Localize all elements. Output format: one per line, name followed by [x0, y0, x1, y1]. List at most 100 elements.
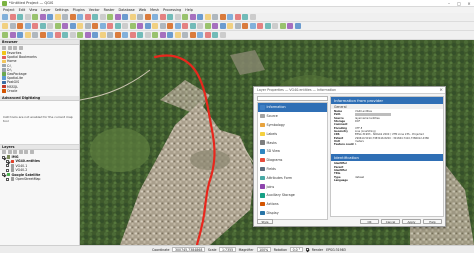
toolbar-button-icon[interactable]: [204, 23, 211, 29]
toolbar-button-icon[interactable]: [47, 32, 53, 38]
sidebar-item-fields[interactable]: Fields: [258, 165, 327, 174]
crs-button[interactable]: EPSG:31983: [326, 248, 346, 252]
menu-settings[interactable]: Settings: [55, 8, 69, 12]
layer-visibility-checkbox[interactable]: [6, 164, 9, 168]
sidebar-item-masks[interactable]: Masks: [258, 138, 327, 147]
style-button[interactable]: Style: [257, 219, 273, 224]
toolbar-button-icon[interactable]: [189, 14, 196, 20]
toolbar-button-icon[interactable]: [54, 23, 61, 29]
toolbar-button-icon[interactable]: [32, 32, 38, 38]
toolbar-button-icon[interactable]: [144, 14, 151, 20]
sidebar-item-labels[interactable]: Labels: [258, 129, 327, 138]
layer-visibility-checkbox[interactable]: [6, 159, 9, 163]
toolbar-button-icon[interactable]: [2, 14, 8, 20]
toolbar-button-icon[interactable]: [159, 32, 166, 38]
toolbar-button-icon[interactable]: [32, 23, 38, 29]
browser-item[interactable]: Oracle: [2, 89, 77, 93]
menu-help[interactable]: Help: [185, 8, 193, 12]
toolbar-button-icon[interactable]: [92, 23, 98, 29]
toolbar-button-icon[interactable]: [264, 23, 271, 29]
toolbar-button-icon[interactable]: [152, 14, 158, 20]
ok-button[interactable]: OK: [360, 219, 379, 224]
toolbar-button-icon[interactable]: [212, 23, 218, 29]
toolbar-button-icon[interactable]: [129, 23, 136, 29]
toolbar-button-icon[interactable]: [99, 32, 106, 38]
toolbar-button-icon[interactable]: [9, 14, 16, 20]
toolbar-button-icon[interactable]: [24, 32, 31, 38]
collapse-icon[interactable]: [13, 45, 17, 50]
remove-layer-icon[interactable]: [29, 150, 34, 155]
toolbar-button-icon[interactable]: [77, 32, 83, 38]
menu-vector[interactable]: Vector: [89, 8, 100, 12]
toolbar-button-icon[interactable]: [107, 14, 113, 20]
toolbar-button-icon[interactable]: [9, 32, 16, 38]
close-icon[interactable]: ×: [464, 0, 474, 7]
toolbar-button-icon[interactable]: [137, 32, 143, 38]
layer-visibility-checkbox[interactable]: [2, 173, 5, 177]
sidebar-item-attributes-form[interactable]: Attributes Form: [258, 173, 327, 182]
add-group-icon[interactable]: [7, 150, 12, 155]
toolbar-button-icon[interactable]: [294, 23, 301, 29]
toolbar-button-icon[interactable]: [92, 14, 98, 20]
sidebar-item-information[interactable]: Information: [258, 103, 327, 112]
toolbar-button-icon[interactable]: [197, 14, 203, 20]
toolbar-button-icon[interactable]: [204, 32, 211, 38]
toolbar-button-icon[interactable]: [152, 32, 158, 38]
toolbar-button-icon[interactable]: [122, 32, 128, 38]
toolbar-button-icon[interactable]: [84, 32, 91, 38]
toolbar-button-icon[interactable]: [242, 23, 248, 29]
cancel-button[interactable]: Cancel: [381, 219, 400, 224]
toolbar-button-icon[interactable]: [54, 32, 61, 38]
layer-item[interactable]: OpenStreetMap: [0, 177, 79, 181]
toolbar-button-icon[interactable]: [272, 23, 278, 29]
toolbar-button-icon[interactable]: [182, 23, 188, 29]
toolbar-button-icon[interactable]: [159, 14, 166, 20]
menu-view[interactable]: View: [29, 8, 37, 12]
menu-web[interactable]: Web: [139, 8, 146, 12]
toolbar-button-icon[interactable]: [212, 14, 218, 20]
toolbar-button-icon[interactable]: [182, 14, 188, 20]
toolbar-button-icon[interactable]: [174, 32, 181, 38]
toolbar-button-icon[interactable]: [279, 23, 286, 29]
toolbar-button-icon[interactable]: [189, 32, 196, 38]
menu-database[interactable]: Database: [119, 8, 135, 12]
toolbar-button-icon[interactable]: [39, 23, 46, 29]
filter-legend-icon[interactable]: [18, 150, 23, 155]
toolbar-button-icon[interactable]: [242, 14, 248, 20]
toolbar-button-icon[interactable]: [137, 23, 143, 29]
toolbar-button-icon[interactable]: [182, 32, 188, 38]
toolbar-button-icon[interactable]: [39, 32, 46, 38]
toolbar-button-icon[interactable]: [174, 14, 181, 20]
menu-plugins[interactable]: Plugins: [73, 8, 85, 12]
toolbar-button-icon[interactable]: [84, 23, 91, 29]
toolbar-button-icon[interactable]: [287, 23, 293, 29]
toolbar-button-icon[interactable]: [197, 32, 203, 38]
magnifier-field[interactable]: 100%: [256, 247, 271, 252]
toolbar-button-icon[interactable]: [114, 23, 121, 29]
toolbar-button-icon[interactable]: [69, 23, 76, 29]
toolbar-button-icon[interactable]: [249, 14, 256, 20]
toolbar-button-icon[interactable]: [167, 14, 173, 20]
toolbar-button-icon[interactable]: [219, 14, 226, 20]
toolbar-button-icon[interactable]: [219, 32, 226, 38]
sidebar-item-symbology[interactable]: Symbology: [258, 121, 327, 130]
sidebar-item-display[interactable]: Display: [258, 209, 327, 218]
toolbar-button-icon[interactable]: [24, 23, 31, 29]
toolbar-button-icon[interactable]: [197, 23, 203, 29]
toolbar-button-icon[interactable]: [9, 23, 16, 29]
menu-project[interactable]: Project: [3, 8, 15, 12]
toolbar-button-icon[interactable]: [204, 14, 211, 20]
menu-edit[interactable]: Edit: [19, 8, 26, 12]
menu-raster[interactable]: Raster: [104, 8, 115, 12]
toolbar-button-icon[interactable]: [234, 14, 241, 20]
render-checkbox[interactable]: [305, 248, 309, 251]
menu-processing[interactable]: Processing: [163, 8, 181, 12]
toolbar-button-icon[interactable]: [174, 23, 181, 29]
toolbar-button-icon[interactable]: [62, 32, 68, 38]
toolbar-button-icon[interactable]: [77, 14, 83, 20]
toolbar-button-icon[interactable]: [107, 23, 113, 29]
toolbar-button-icon[interactable]: [77, 23, 83, 29]
toolbar-button-icon[interactable]: [54, 14, 61, 20]
toolbar-button-icon[interactable]: [17, 23, 23, 29]
toolbar-button-icon[interactable]: [99, 14, 106, 20]
